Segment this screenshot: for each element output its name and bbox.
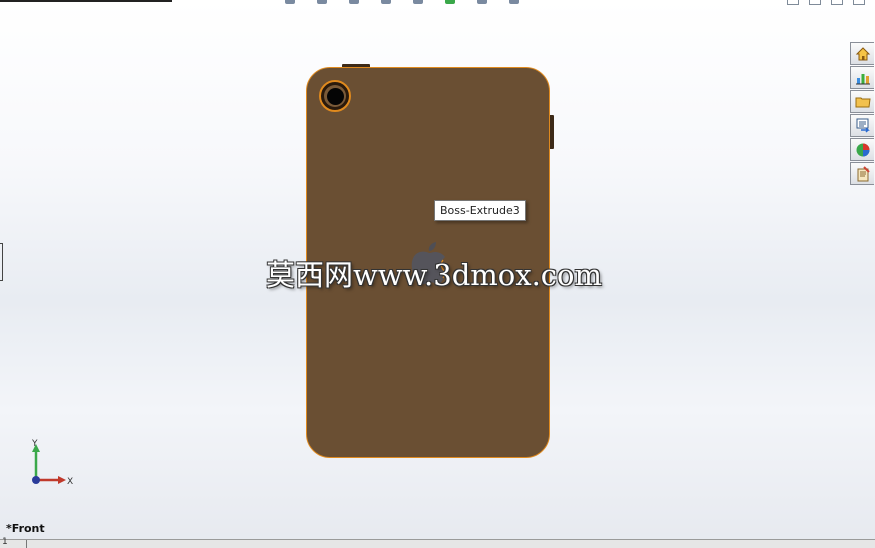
view-tool-icon[interactable] xyxy=(317,0,327,4)
triad-x-label: X xyxy=(67,477,73,487)
close-icon[interactable] xyxy=(853,0,865,5)
graphics-area[interactable]: Boss-Extrude3 莫西网www.3dmox.com Y X *Fron… xyxy=(0,0,875,548)
sheet-number[interactable]: 1 xyxy=(2,537,8,547)
view-tool-icon[interactable] xyxy=(285,0,295,4)
appearance-icon[interactable] xyxy=(445,0,455,4)
view-palette-icon xyxy=(856,143,869,156)
task-tab-resources[interactable] xyxy=(850,66,874,89)
restore-icon[interactable] xyxy=(831,0,843,5)
view-tool-icon[interactable] xyxy=(413,0,423,4)
resources-icon xyxy=(855,73,870,84)
reference-triad[interactable]: Y X xyxy=(26,438,78,490)
lens-glass xyxy=(326,87,344,105)
minimize-icon[interactable] xyxy=(787,0,799,5)
heads-up-toolbar xyxy=(285,0,519,6)
restore-icon[interactable] xyxy=(809,0,821,5)
file-explorer-icon xyxy=(856,118,870,133)
task-tab-home[interactable] xyxy=(850,42,874,65)
design-library-icon xyxy=(855,97,871,107)
view-tool-icon[interactable] xyxy=(509,0,519,4)
view-tool-icon[interactable] xyxy=(381,0,391,4)
custom-properties-icon xyxy=(857,165,870,181)
camera-lens[interactable] xyxy=(319,80,351,112)
camera-ring xyxy=(324,85,346,107)
window-controls xyxy=(787,0,865,5)
home-icon xyxy=(855,46,870,60)
task-tab-design-library[interactable] xyxy=(850,90,874,113)
feature-manager-edge[interactable] xyxy=(0,243,3,281)
view-tool-icon[interactable] xyxy=(349,0,359,4)
feature-tooltip: Boss-Extrude3 xyxy=(434,200,526,221)
top-divider xyxy=(0,0,172,2)
task-pane-tabs xyxy=(850,42,875,185)
task-tab-file-explorer[interactable] xyxy=(850,114,874,137)
task-tab-view-palette[interactable] xyxy=(850,138,874,161)
view-tool-icon[interactable] xyxy=(477,0,487,4)
task-tab-custom-properties[interactable] xyxy=(850,162,874,185)
view-orientation-label: *Front xyxy=(6,522,45,535)
watermark-text: 莫西网www.3dmox.com xyxy=(266,258,602,292)
triad-y-label: Y xyxy=(31,439,38,449)
